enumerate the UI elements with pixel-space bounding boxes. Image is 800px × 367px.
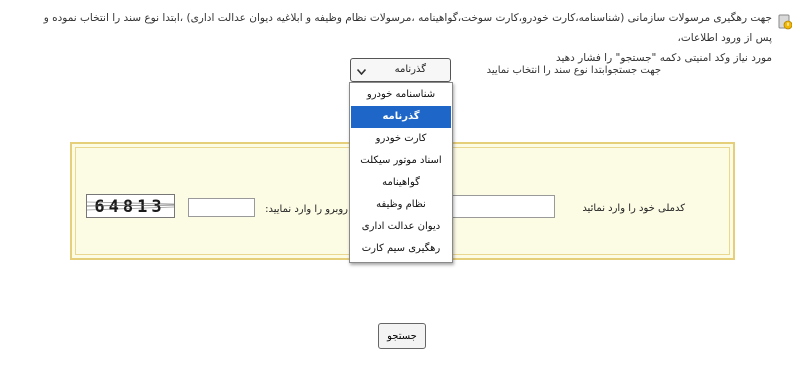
national-id-label: کدملی خود را وارد نمائید: [582, 203, 685, 214]
captcha-image: 64813: [86, 194, 175, 218]
captcha-code-text: 64813: [94, 197, 165, 217]
doc-type-dropdown: شناسنامه خودرو گذرنامه کارت خودرو اسناد …: [349, 82, 453, 263]
option-vehicle-id-card[interactable]: شناسنامه خودرو: [351, 84, 451, 106]
captcha-input[interactable]: [188, 198, 255, 217]
option-administrative-court[interactable]: دیوان عدالت اداری: [351, 216, 451, 238]
option-motorcycle-docs[interactable]: اسناد موتور سیکلت: [351, 150, 451, 172]
option-sim-card-tracking[interactable]: رهگیری سیم کارت: [351, 238, 451, 260]
option-driving-license[interactable]: گواهینامه: [351, 172, 451, 194]
option-vehicle-card[interactable]: کارت خودرو: [351, 128, 451, 150]
captcha-label: روبرو را وارد نمایید:: [265, 204, 348, 215]
info-icon: [778, 14, 793, 30]
national-id-input[interactable]: [452, 195, 555, 218]
doc-type-selected-value: گذرنامه: [394, 64, 426, 75]
chevron-down-icon: [356, 67, 367, 76]
option-military-service[interactable]: نظام وظیفه: [351, 194, 451, 216]
doc-type-instruction: جهت جستجوابتدا نوع سند را انتخاب نمایید: [486, 65, 661, 76]
option-passport[interactable]: گذرنامه: [351, 106, 451, 128]
search-button[interactable]: جستجو: [378, 323, 426, 349]
intro-line-1: جهت رهگیری مرسولات سازمانی (شناسنامه،کار…: [43, 12, 772, 44]
doc-type-select[interactable]: گذرنامه: [350, 58, 451, 82]
